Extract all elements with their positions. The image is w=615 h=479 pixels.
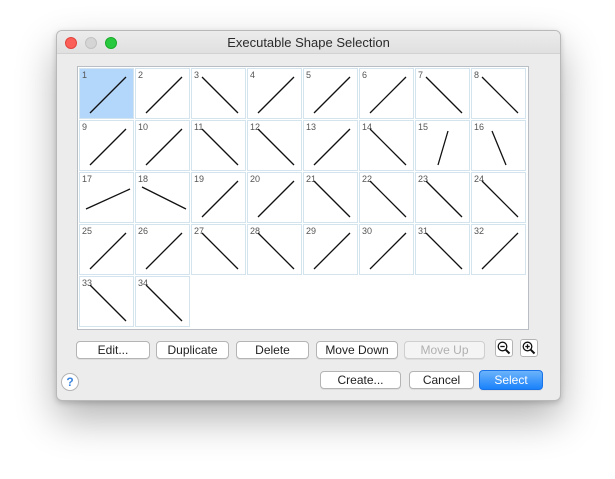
duplicate-button[interactable]: Duplicate bbox=[156, 341, 229, 359]
window-title: Executable Shape Selection bbox=[227, 35, 390, 50]
shape-cell[interactable]: 10 bbox=[135, 120, 190, 171]
shape-line-icon bbox=[89, 232, 127, 270]
zoom-out-icon bbox=[497, 341, 511, 355]
delete-button[interactable]: Delete bbox=[236, 341, 309, 359]
zoom-out-button[interactable] bbox=[495, 339, 513, 357]
shape-cell[interactable]: 3 bbox=[191, 68, 246, 119]
shape-line-icon bbox=[313, 128, 351, 166]
shape-cell[interactable]: 1 bbox=[79, 68, 134, 119]
shape-line-icon bbox=[89, 76, 127, 114]
edit-button[interactable]: Edit... bbox=[76, 341, 150, 359]
shape-cell[interactable]: 19 bbox=[191, 172, 246, 223]
zoom-in-button[interactable] bbox=[520, 339, 538, 357]
shape-line-icon bbox=[369, 76, 407, 114]
shape-cell[interactable]: 29 bbox=[303, 224, 358, 275]
shape-line-icon bbox=[257, 128, 295, 166]
shape-cell[interactable]: 34 bbox=[135, 276, 190, 327]
shape-line-icon bbox=[201, 232, 239, 270]
shape-cell[interactable]: 23 bbox=[415, 172, 470, 223]
shape-cell[interactable]: 4 bbox=[247, 68, 302, 119]
shape-line-icon bbox=[313, 76, 351, 114]
shape-cell[interactable]: 6 bbox=[359, 68, 414, 119]
shape-line-icon bbox=[145, 284, 183, 322]
shape-line-icon bbox=[257, 76, 295, 114]
shape-line-icon bbox=[481, 180, 519, 218]
shape-cell[interactable]: 8 bbox=[471, 68, 526, 119]
shape-line-icon bbox=[145, 76, 183, 114]
shape-line-icon bbox=[313, 180, 351, 218]
shape-line-icon bbox=[141, 186, 187, 210]
shape-line-icon bbox=[437, 130, 449, 166]
shape-cell[interactable]: 2 bbox=[135, 68, 190, 119]
shape-line-icon bbox=[481, 232, 519, 270]
shape-cell[interactable]: 11 bbox=[191, 120, 246, 171]
shape-cell[interactable]: 32 bbox=[471, 224, 526, 275]
shape-line-icon bbox=[425, 180, 463, 218]
shape-cell[interactable]: 5 bbox=[303, 68, 358, 119]
shape-line-icon bbox=[145, 232, 183, 270]
shape-cell[interactable]: 27 bbox=[191, 224, 246, 275]
shape-cell[interactable]: 22 bbox=[359, 172, 414, 223]
shape-cell[interactable]: 20 bbox=[247, 172, 302, 223]
title-bar: Executable Shape Selection bbox=[57, 31, 560, 54]
shape-line-icon bbox=[145, 128, 183, 166]
shape-cell[interactable]: 26 bbox=[135, 224, 190, 275]
move-down-button[interactable]: Move Down bbox=[316, 341, 398, 359]
move-up-button[interactable]: Move Up bbox=[404, 341, 485, 359]
shape-cell[interactable]: 7 bbox=[415, 68, 470, 119]
shape-cell[interactable]: 14 bbox=[359, 120, 414, 171]
shape-cell[interactable]: 12 bbox=[247, 120, 302, 171]
shape-cell[interactable]: 21 bbox=[303, 172, 358, 223]
shape-line-icon bbox=[257, 232, 295, 270]
shape-line-icon bbox=[369, 180, 407, 218]
create-button[interactable]: Create... bbox=[320, 371, 401, 389]
shape-cell[interactable]: 16 bbox=[471, 120, 526, 171]
shape-line-icon bbox=[201, 76, 239, 114]
shape-selection-dialog: Executable Shape Selection 1 2 3 4 5 6 7 8 9 10 11… bbox=[56, 30, 561, 401]
shape-cell[interactable]: 30 bbox=[359, 224, 414, 275]
shape-cell[interactable]: 28 bbox=[247, 224, 302, 275]
shape-line-icon bbox=[425, 76, 463, 114]
shape-cell[interactable]: 15 bbox=[415, 120, 470, 171]
shape-cell[interactable]: 9 bbox=[79, 120, 134, 171]
zoom-in-icon bbox=[522, 341, 536, 355]
shape-line-icon bbox=[201, 180, 239, 218]
shape-line-icon bbox=[369, 232, 407, 270]
shape-cell[interactable]: 24 bbox=[471, 172, 526, 223]
shape-line-icon bbox=[313, 232, 351, 270]
shape-line-icon bbox=[491, 130, 507, 166]
shape-line-icon bbox=[89, 128, 127, 166]
cancel-button[interactable]: Cancel bbox=[409, 371, 474, 389]
shape-cell[interactable]: 13 bbox=[303, 120, 358, 171]
shape-line-icon bbox=[85, 188, 131, 210]
shape-line-icon bbox=[369, 128, 407, 166]
help-button[interactable]: ? bbox=[61, 373, 79, 391]
shape-line-icon bbox=[201, 128, 239, 166]
shape-line-icon bbox=[257, 180, 295, 218]
shape-line-icon bbox=[481, 76, 519, 114]
select-button[interactable]: Select bbox=[479, 370, 543, 390]
shape-cell[interactable]: 33 bbox=[79, 276, 134, 327]
shape-cell[interactable]: 18 bbox=[135, 172, 190, 223]
shape-line-icon bbox=[89, 284, 127, 322]
shape-cell[interactable]: 17 bbox=[79, 172, 134, 223]
shape-line-icon bbox=[425, 232, 463, 270]
shape-cell[interactable]: 31 bbox=[415, 224, 470, 275]
shape-cell[interactable]: 25 bbox=[79, 224, 134, 275]
help-icon: ? bbox=[66, 375, 74, 389]
shape-grid: 1 2 3 4 5 6 7 8 9 10 11 12 13 14 15 16 17 18 19 20 21 22 23 24 2… bbox=[77, 66, 529, 330]
